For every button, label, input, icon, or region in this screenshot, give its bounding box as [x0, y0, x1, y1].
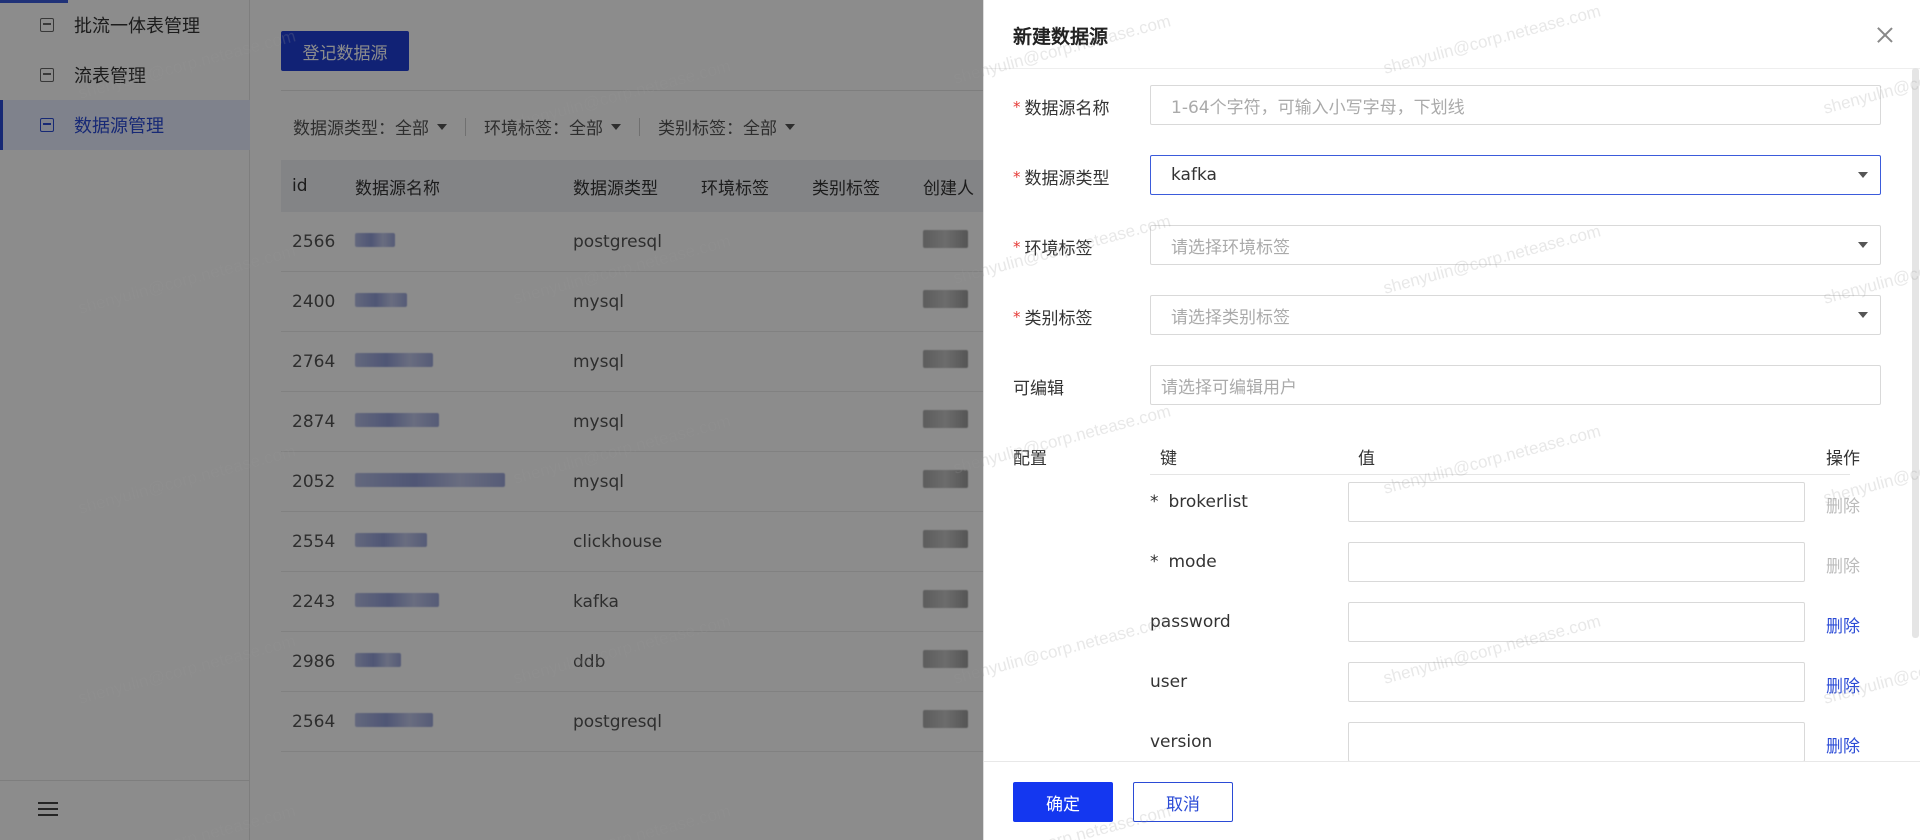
- config-delete-link: 删除: [1826, 557, 1860, 577]
- config-value-input[interactable]: [1348, 542, 1805, 582]
- config-delete-link[interactable]: 删除: [1826, 732, 1860, 757]
- drawer-scrollbar[interactable]: [1912, 68, 1919, 638]
- config-key-version: version: [1150, 732, 1213, 752]
- config-delete-link: 删除: [1826, 497, 1860, 517]
- config-key-mode: * mode: [1150, 552, 1217, 572]
- config-header-divider: [1150, 474, 1850, 475]
- config-value-input[interactable]: [1348, 602, 1805, 642]
- datasource-type-select[interactable]: kafka: [1150, 155, 1881, 195]
- category-tag-placeholder: 请选择类别标签: [1171, 307, 1290, 328]
- new-datasource-drawer: 新建数据源 * 数据源名称 1-64个字符，可输入小写字母，下划线 * 数据源类型 …: [983, 0, 1920, 840]
- drawer-footer-divider: [984, 761, 1920, 762]
- config-value-input[interactable]: [1348, 482, 1805, 522]
- config-key-brokerlist: * brokerlist: [1150, 492, 1248, 512]
- editors-label: 可编辑: [1013, 379, 1064, 399]
- config-value-input[interactable]: [1348, 662, 1805, 702]
- category-tag-label: * 类别标签: [1013, 308, 1093, 329]
- config-col-action: 操作: [1826, 449, 1860, 469]
- datasource-type-value: kafka: [1171, 165, 1217, 185]
- cancel-button[interactable]: 取消: [1133, 782, 1233, 822]
- chevron-down-icon: [1858, 242, 1868, 248]
- editors-select[interactable]: 请选择可编辑用户: [1150, 365, 1881, 405]
- config-key-password: password: [1150, 612, 1231, 632]
- datasource-type-label: * 数据源类型: [1013, 168, 1110, 189]
- config-col-value: 值: [1358, 449, 1375, 469]
- env-tag-label: * 环境标签: [1013, 238, 1093, 259]
- chevron-down-icon: [1858, 172, 1868, 178]
- close-icon[interactable]: [1877, 27, 1893, 43]
- datasource-name-label: * 数据源名称: [1013, 98, 1110, 119]
- datasource-name-input[interactable]: 1-64个字符，可输入小写字母，下划线: [1150, 85, 1881, 125]
- env-tag-placeholder: 请选择环境标签: [1171, 237, 1290, 258]
- datasource-name-placeholder: 1-64个字符，可输入小写字母，下划线: [1171, 97, 1465, 118]
- category-tag-select[interactable]: 请选择类别标签: [1150, 295, 1881, 335]
- config-key-user: user: [1150, 672, 1188, 692]
- required-mark: *: [1150, 492, 1159, 512]
- modal-overlay[interactable]: [0, 0, 983, 840]
- config-delete-link[interactable]: 删除: [1826, 672, 1860, 697]
- env-tag-select[interactable]: 请选择环境标签: [1150, 225, 1881, 265]
- required-mark: *: [1150, 552, 1159, 572]
- config-label: 配置: [1013, 449, 1047, 469]
- chevron-down-icon: [1858, 312, 1868, 318]
- confirm-button[interactable]: 确定: [1013, 782, 1113, 822]
- editors-placeholder: 请选择可编辑用户: [1161, 377, 1297, 398]
- config-delete-link[interactable]: 删除: [1826, 612, 1860, 637]
- drawer-header-divider: [984, 68, 1920, 69]
- config-col-key: 键: [1160, 449, 1177, 469]
- config-value-input[interactable]: [1348, 722, 1805, 762]
- drawer-title: 新建数据源: [1013, 26, 1109, 48]
